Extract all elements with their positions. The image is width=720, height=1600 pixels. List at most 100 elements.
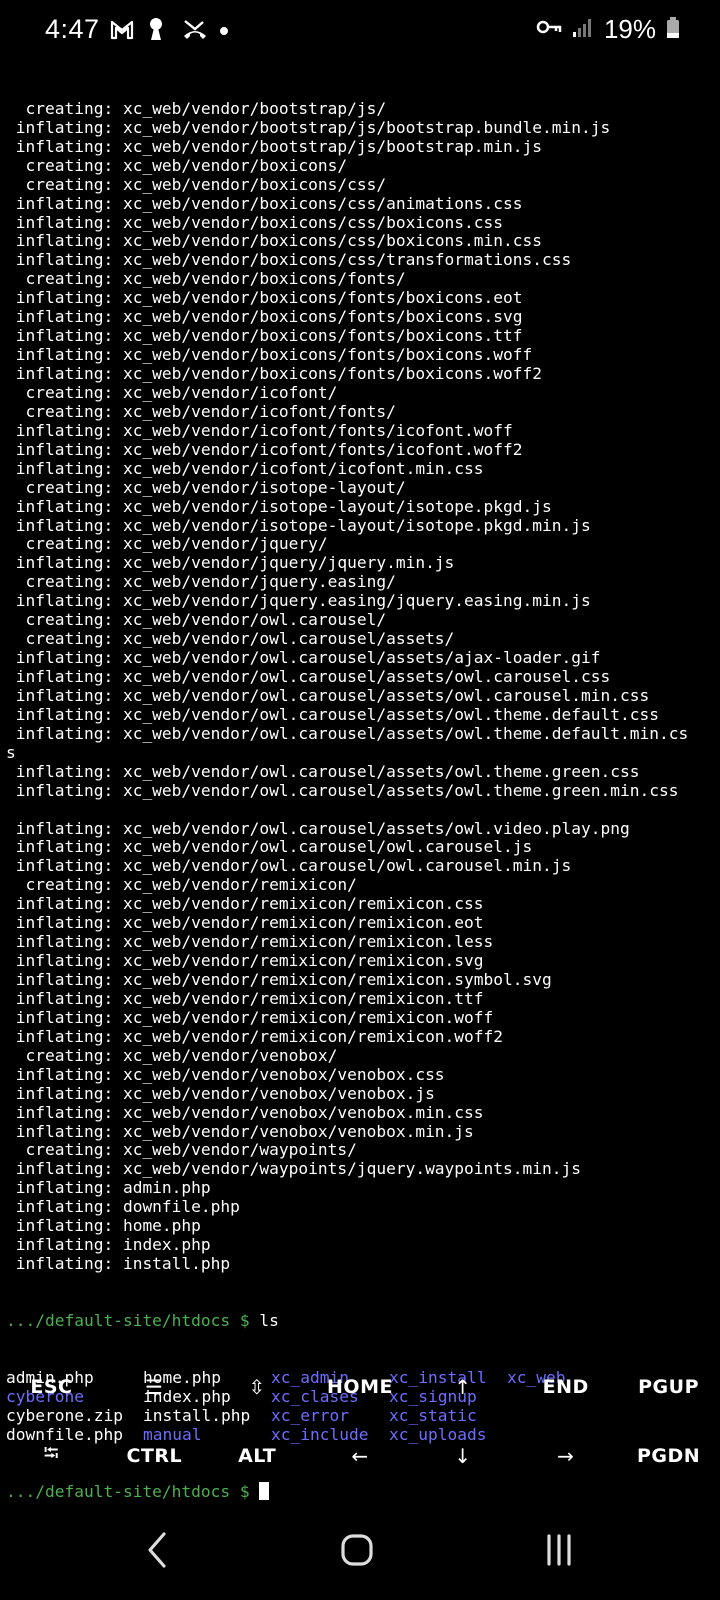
output-line: inflating: xc_web/vendor/owl.carousel/as… [6, 818, 630, 838]
vpn-key-icon [536, 14, 562, 45]
right-arrow-key[interactable]: → [557, 1444, 574, 1468]
output-line: inflating: xc_web/vendor/owl.carousel/as… [6, 780, 679, 800]
output-line: inflating: xc_web/vendor/owl.carousel/as… [6, 667, 611, 687]
output-line: inflating: xc_web/vendor/owl.carousel/as… [6, 761, 640, 781]
output-line: creating: xc_web/vendor/jquery.easing/ [6, 572, 396, 592]
prompt-line-ls: .../default-site/htdocs $ ls [6, 1310, 718, 1331]
battery-icon [666, 14, 680, 45]
termux-screen: 4:47 19% creating: xc_web/vendor/bootstr… [0, 0, 720, 1600]
output-line: creating: xc_web/vendor/waypoints/ [6, 1140, 357, 1160]
system-icons: 19% [536, 14, 680, 45]
back-icon[interactable] [128, 1520, 188, 1580]
end-key[interactable]: END [543, 1376, 589, 1398]
output-line: inflating: xc_web/vendor/waypoints/jquer… [6, 1159, 581, 1179]
left-arrow-key[interactable]: ← [351, 1444, 368, 1468]
dot-icon [218, 16, 230, 42]
output-line: creating: xc_web/vendor/boxicons/css/ [6, 174, 387, 194]
output-line: creating: xc_web/vendor/venobox/ [6, 1045, 338, 1065]
output-line: creating: xc_web/vendor/owl.carousel/ass… [6, 629, 455, 649]
navigation-bar [0, 1500, 720, 1600]
output-line: creating: xc_web/vendor/boxicons/ [6, 155, 348, 175]
menu-key[interactable]: ☰ [145, 1375, 163, 1399]
output-line: s [6, 742, 16, 762]
output-line: inflating: xc_web/vendor/boxicons/fonts/… [6, 326, 523, 346]
output-line: inflating: xc_web/vendor/isotope-layout/… [6, 515, 591, 535]
output-line: inflating: xc_web/vendor/remixicon/remix… [6, 970, 552, 990]
output-line: inflating: xc_web/vendor/jquery.easing/j… [6, 591, 591, 611]
prompt: .../default-site/htdocs $ [6, 1310, 250, 1330]
output-line: inflating: install.php [6, 1254, 231, 1274]
esc-key[interactable]: ESC [30, 1376, 72, 1398]
missed-call-icon [182, 16, 206, 42]
output-line: creating: xc_web/vendor/isotope-layout/ [6, 477, 406, 497]
alt-key[interactable]: ALT [238, 1445, 276, 1467]
output-line: inflating: xc_web/vendor/remixicon/remix… [6, 932, 494, 952]
output-line: inflating: xc_web/vendor/boxicons/fonts/… [6, 288, 523, 308]
notification-icons [110, 16, 230, 42]
output-line: inflating: xc_web/vendor/owl.carousel/as… [6, 648, 601, 668]
output-line: inflating: xc_web/vendor/icofont/icofont… [6, 458, 484, 478]
keyhole-icon [146, 16, 170, 42]
output-line: creating: xc_web/vendor/boxicons/fonts/ [6, 269, 406, 289]
down-arrow-key[interactable]: ↓ [454, 1444, 471, 1468]
output-line: inflating: xc_web/vendor/bootstrap/js/bo… [6, 136, 543, 156]
command-text: ls [249, 1310, 279, 1330]
output-line: creating: xc_web/vendor/jquery/ [6, 534, 328, 554]
output-line: inflating: admin.php [6, 1178, 211, 1198]
terminal-output[interactable]: creating: xc_web/vendor/bootstrap/js/ in… [6, 62, 718, 1539]
output-line: inflating: xc_web/vendor/venobox/venobox… [6, 1121, 474, 1141]
output-line: inflating: xc_web/vendor/remixicon/remix… [6, 951, 484, 971]
output-line: inflating: xc_web/vendor/boxicons/css/an… [6, 193, 523, 213]
pgdn-key[interactable]: PGDN [637, 1445, 700, 1467]
output-line: inflating: xc_web/vendor/owl.carousel/as… [6, 685, 650, 705]
output-line: creating: xc_web/vendor/icofont/ [6, 382, 338, 402]
output-line: inflating: xc_web/vendor/isotope-layout/… [6, 496, 552, 516]
output-line: inflating: xc_web/vendor/owl.carousel/as… [6, 704, 659, 724]
output-line: inflating: xc_web/vendor/boxicons/fonts/… [6, 307, 523, 327]
output-line: inflating: xc_web/vendor/venobox/venobox… [6, 1102, 484, 1122]
battery-percent: 19% [603, 14, 656, 44]
output-line: inflating: xc_web/vendor/remixicon/remix… [6, 913, 484, 933]
ctrl-key[interactable]: CTRL [126, 1445, 182, 1467]
output-line: inflating: xc_web/vendor/owl.carousel/ow… [6, 856, 572, 876]
output-line: inflating: xc_web/vendor/boxicons/css/bo… [6, 231, 543, 251]
output-line: inflating: xc_web/vendor/boxicons/fonts/… [6, 345, 533, 365]
output-line: creating: xc_web/vendor/bootstrap/js/ [6, 98, 387, 118]
scroll-key[interactable]: ⇳ [249, 1375, 266, 1399]
output-line: inflating: xc_web/vendor/venobox/venobox… [6, 1083, 435, 1103]
output-line: inflating: xc_web/vendor/boxicons/css/tr… [6, 250, 572, 270]
output-line: creating: xc_web/vendor/icofont/fonts/ [6, 401, 396, 421]
output-line: inflating: xc_web/vendor/bootstrap/js/bo… [6, 117, 611, 137]
output-line: inflating: xc_web/vendor/venobox/venobox… [6, 1064, 445, 1084]
home-key[interactable]: HOME [327, 1376, 393, 1398]
output-line: inflating: xc_web/vendor/jquery/jquery.m… [6, 553, 455, 573]
output-line: inflating: xc_web/vendor/icofont/fonts/i… [6, 439, 523, 459]
status-bar: 4:47 19% [0, 0, 720, 64]
output-line: inflating: downfile.php [6, 1197, 240, 1217]
output-line: creating: xc_web/vendor/remixicon/ [6, 875, 357, 895]
tab-key[interactable]: ⭾ [44, 1439, 60, 1473]
output-line: inflating: xc_web/vendor/icofont/fonts/i… [6, 420, 513, 440]
output-line: inflating: xc_web/vendor/boxicons/fonts/… [6, 364, 543, 384]
output-line: inflating: xc_web/vendor/remixicon/remix… [6, 1007, 494, 1027]
home-icon[interactable] [327, 1520, 387, 1580]
output-line: inflating: xc_web/vendor/owl.carousel/ow… [6, 837, 533, 857]
output-line: inflating: xc_web/vendor/boxicons/css/bo… [6, 212, 504, 232]
up-arrow-key[interactable]: ↑ [454, 1375, 471, 1399]
signal-icon [572, 14, 594, 45]
pgup-key[interactable]: PGUP [638, 1376, 699, 1398]
output-line: inflating: xc_web/vendor/remixicon/remix… [6, 988, 484, 1008]
output-line: inflating: home.php [6, 1216, 201, 1236]
recents-icon[interactable] [529, 1520, 589, 1580]
output-line: inflating: xc_web/vendor/remixicon/remix… [6, 1026, 504, 1046]
extra-keys-row-2: ⭾ CTRL ALT ← ↓ → PGDN [0, 1421, 720, 1490]
output-line: inflating: index.php [6, 1235, 211, 1255]
unzip-output: creating: xc_web/vendor/bootstrap/js/ in… [6, 98, 718, 1274]
gmail-icon [110, 16, 134, 42]
extra-keys-bar: ESC ☰ ⇳ HOME ↑ END PGUP ⭾ CTRL ALT ← ↓ → PGDN [0, 1352, 720, 1484]
extra-keys-row-1: ESC ☰ ⇳ HOME ↑ END PGUP [0, 1352, 720, 1421]
status-time: 4:47 [45, 14, 100, 44]
output-line: inflating: xc_web/vendor/remixicon/remix… [6, 894, 484, 914]
output-line: inflating: xc_web/vendor/owl.carousel/as… [6, 723, 689, 743]
